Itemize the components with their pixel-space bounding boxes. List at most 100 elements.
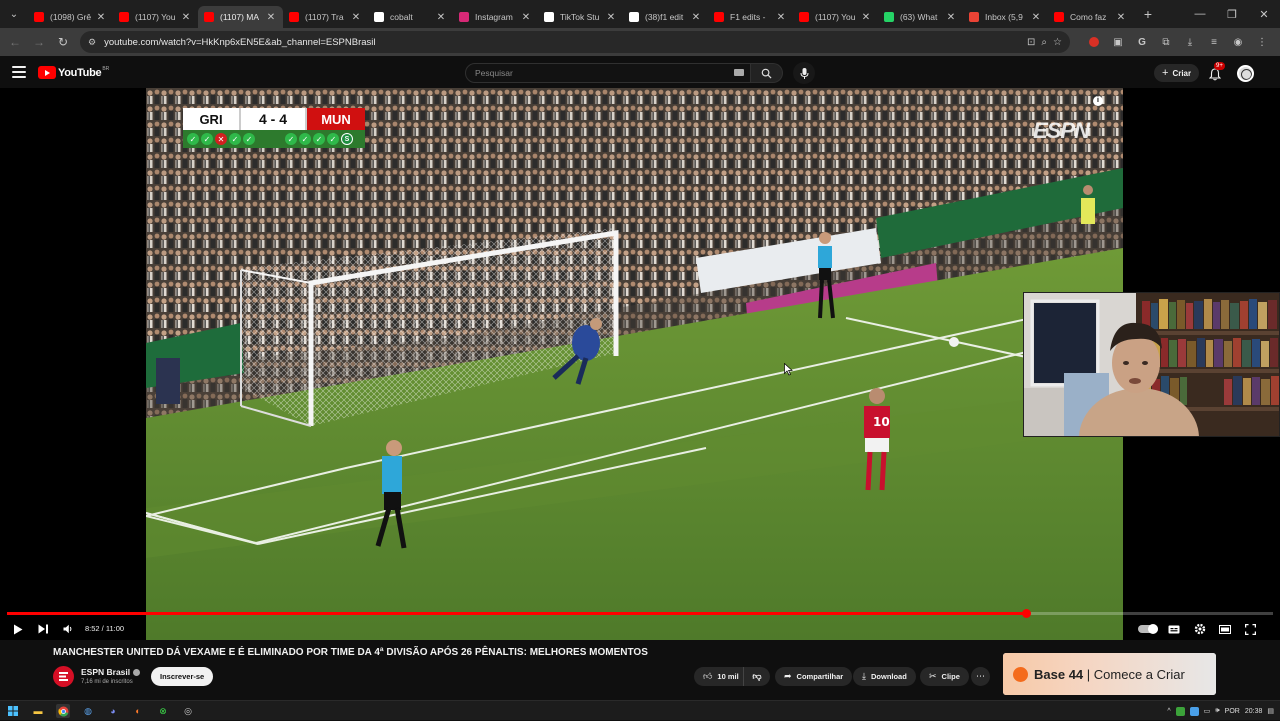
windows-start-icon[interactable] xyxy=(6,704,20,718)
video-frame[interactable]: 10 i GRI 4 - 4 MUN ✓ ✓ ✕ ✓ ✓ ✓ ✓ ✓ ✓ S ESPN xyxy=(146,88,1123,640)
profile-icon[interactable]: ◉ xyxy=(1228,32,1248,52)
more-actions-icon[interactable]: ⋯ xyxy=(971,667,990,686)
tab-close-icon[interactable]: ✕ xyxy=(95,12,107,23)
tab-close-icon[interactable]: ✕ xyxy=(350,12,362,23)
info-icon[interactable]: i xyxy=(1093,96,1103,106)
tab-close-icon[interactable]: ✕ xyxy=(435,12,447,23)
extension-g-icon[interactable]: G xyxy=(1132,32,1152,52)
xbox-icon[interactable]: ⊗ xyxy=(156,704,170,718)
install-app-icon[interactable]: ⊡ xyxy=(1027,37,1035,48)
play-icon[interactable] xyxy=(9,620,27,638)
next-video-icon[interactable] xyxy=(34,620,52,638)
browser-tab[interactable]: Como faz ✕ xyxy=(1048,6,1133,28)
subscribe-button[interactable]: Inscrever-se xyxy=(151,667,214,686)
tab-close-icon[interactable]: ✕ xyxy=(860,12,872,23)
tab-search-chevron-icon[interactable]: ⌄ xyxy=(0,0,28,28)
tab-close-icon[interactable]: ✕ xyxy=(1115,12,1127,23)
address-bar[interactable]: ⚙ youtube.com/watch?v=HkKnp6xEN5E&ab_cha… xyxy=(80,31,1070,53)
bookmark-star-icon[interactable]: ☆ xyxy=(1053,37,1062,48)
tray-app-green-icon[interactable] xyxy=(1175,706,1185,716)
speaker-icon[interactable]: 🕪︎ xyxy=(1215,707,1219,715)
chrome-taskbar-icon[interactable] xyxy=(56,704,70,718)
minimize-icon[interactable]: — xyxy=(1184,0,1216,28)
tray-chevron-icon[interactable]: ^ xyxy=(1167,708,1170,715)
miniplayer-icon[interactable] xyxy=(1216,620,1234,638)
notification-center-icon[interactable]: ▤ xyxy=(1267,707,1274,715)
tab-close-icon[interactable]: ✕ xyxy=(775,12,787,23)
account-avatar[interactable] xyxy=(1237,65,1254,82)
sponsored-banner[interactable]: Base 44 | Comece a Criar xyxy=(1003,653,1216,695)
extensions-puzzle-icon[interactable]: ⧉ xyxy=(1156,32,1176,52)
download-button[interactable]: ⤓ Download xyxy=(853,667,916,686)
tab-close-icon[interactable]: ✕ xyxy=(180,12,192,23)
restore-icon[interactable]: ❐ xyxy=(1216,0,1248,28)
language-indicator[interactable]: POR xyxy=(1225,708,1240,715)
back-arrow-icon[interactable]: ← xyxy=(3,30,27,54)
dislike-button[interactable]: 👎︎ xyxy=(744,671,770,682)
search-button[interactable] xyxy=(751,63,783,83)
browser-tab[interactable]: (1107) You ✕ xyxy=(793,6,878,28)
network-icon[interactable]: ▭ xyxy=(1204,707,1211,715)
keyboard-icon[interactable] xyxy=(734,69,744,76)
obs-icon[interactable]: ◎ xyxy=(181,704,195,718)
reload-icon[interactable]: ↻ xyxy=(51,30,75,54)
tab-close-icon[interactable]: ✕ xyxy=(605,12,617,23)
create-button[interactable]: + Criar xyxy=(1154,64,1200,82)
mouse-cursor-icon xyxy=(784,363,793,376)
channel-name[interactable]: ESPN Brasil xyxy=(81,667,141,677)
volume-icon[interactable] xyxy=(59,620,77,638)
site-info-icon[interactable]: ⚙ xyxy=(88,37,96,48)
new-tab-button[interactable]: + xyxy=(1137,3,1159,25)
tab-close-icon[interactable]: ✕ xyxy=(690,12,702,23)
like-button[interactable]: 👍︎ 10 mil xyxy=(694,667,744,686)
tab-close-icon[interactable]: ✕ xyxy=(1030,12,1042,23)
menu-icon[interactable] xyxy=(12,66,26,78)
browser-menu-icon[interactable]: ⋮ xyxy=(1252,32,1272,52)
clip-label: Clipe xyxy=(941,672,960,681)
browser-tab[interactable]: Instagram ✕ xyxy=(453,6,538,28)
search-input[interactable]: Pesquisar xyxy=(465,63,751,83)
browser-tab[interactable]: (1107) You ✕ xyxy=(113,6,198,28)
clock[interactable]: 20:38 xyxy=(1245,708,1263,715)
tab-label: cobalt xyxy=(390,12,413,22)
share-arrow-icon: ➦ xyxy=(784,671,792,681)
tab-close-icon[interactable]: ✕ xyxy=(520,12,532,23)
tab-close-icon[interactable]: ✕ xyxy=(945,12,957,23)
browser-tab[interactable]: TikTok Stu ✕ xyxy=(538,6,623,28)
tray-app-blue-icon[interactable] xyxy=(1189,706,1199,716)
zoom-icon[interactable]: ⌕ xyxy=(1041,37,1047,48)
youtube-logo[interactable]: YouTube BR xyxy=(38,66,109,79)
settings-gear-icon[interactable] xyxy=(1191,620,1209,638)
player-controls: 8:52 / 11:00 xyxy=(0,618,1280,640)
browser-tab[interactable]: (1098) Grê ✕ xyxy=(28,6,113,28)
subtitles-icon[interactable] xyxy=(1165,620,1183,638)
clip-button[interactable]: ✂ Clipe xyxy=(920,667,969,686)
browser-tab[interactable]: F1 edits - ✕ xyxy=(708,6,793,28)
browser-tab[interactable]: (1107) MA ✕ xyxy=(198,6,283,28)
discord-icon[interactable]: ◕ xyxy=(106,704,120,718)
extension-red-icon[interactable] xyxy=(1084,32,1104,52)
browser-tab[interactable]: (63) What ✕ xyxy=(878,6,963,28)
browser-tab[interactable]: (38)f1 edit ✕ xyxy=(623,6,708,28)
media-control-icon[interactable]: ≡ xyxy=(1204,32,1224,52)
browser-tab[interactable]: cobalt ✕ xyxy=(368,6,453,28)
penalty-scored-icon: ✓ xyxy=(285,133,297,145)
downloads-icon[interactable]: ⤓ xyxy=(1180,32,1200,52)
tab-close-icon[interactable]: ✕ xyxy=(265,12,277,23)
close-window-icon[interactable]: ✕ xyxy=(1248,0,1280,28)
voice-search-button[interactable] xyxy=(793,62,815,84)
file-explorer-icon[interactable]: ▬ xyxy=(31,704,45,718)
browser-tab[interactable]: (1107) Tra ✕ xyxy=(283,6,368,28)
steam-icon[interactable]: ◍ xyxy=(81,704,95,718)
channel-avatar[interactable] xyxy=(53,666,74,687)
autoplay-toggle[interactable] xyxy=(1138,624,1158,634)
forward-arrow-icon[interactable]: → xyxy=(27,30,51,54)
video-player[interactable]: 10 i GRI 4 - 4 MUN ✓ ✓ ✕ ✓ ✓ ✓ ✓ ✓ ✓ S ESPN xyxy=(0,88,1280,640)
extension-box-icon[interactable]: ▣ xyxy=(1108,32,1128,52)
fullscreen-icon[interactable] xyxy=(1241,620,1259,638)
browser-tab[interactable]: Inbox (5,9 ✕ xyxy=(963,6,1048,28)
share-button[interactable]: ➦ Compartilhar xyxy=(775,667,853,686)
firefox-icon[interactable]: ◐ xyxy=(131,704,145,718)
verified-icon xyxy=(133,669,141,677)
progress-bar[interactable] xyxy=(7,609,1273,618)
